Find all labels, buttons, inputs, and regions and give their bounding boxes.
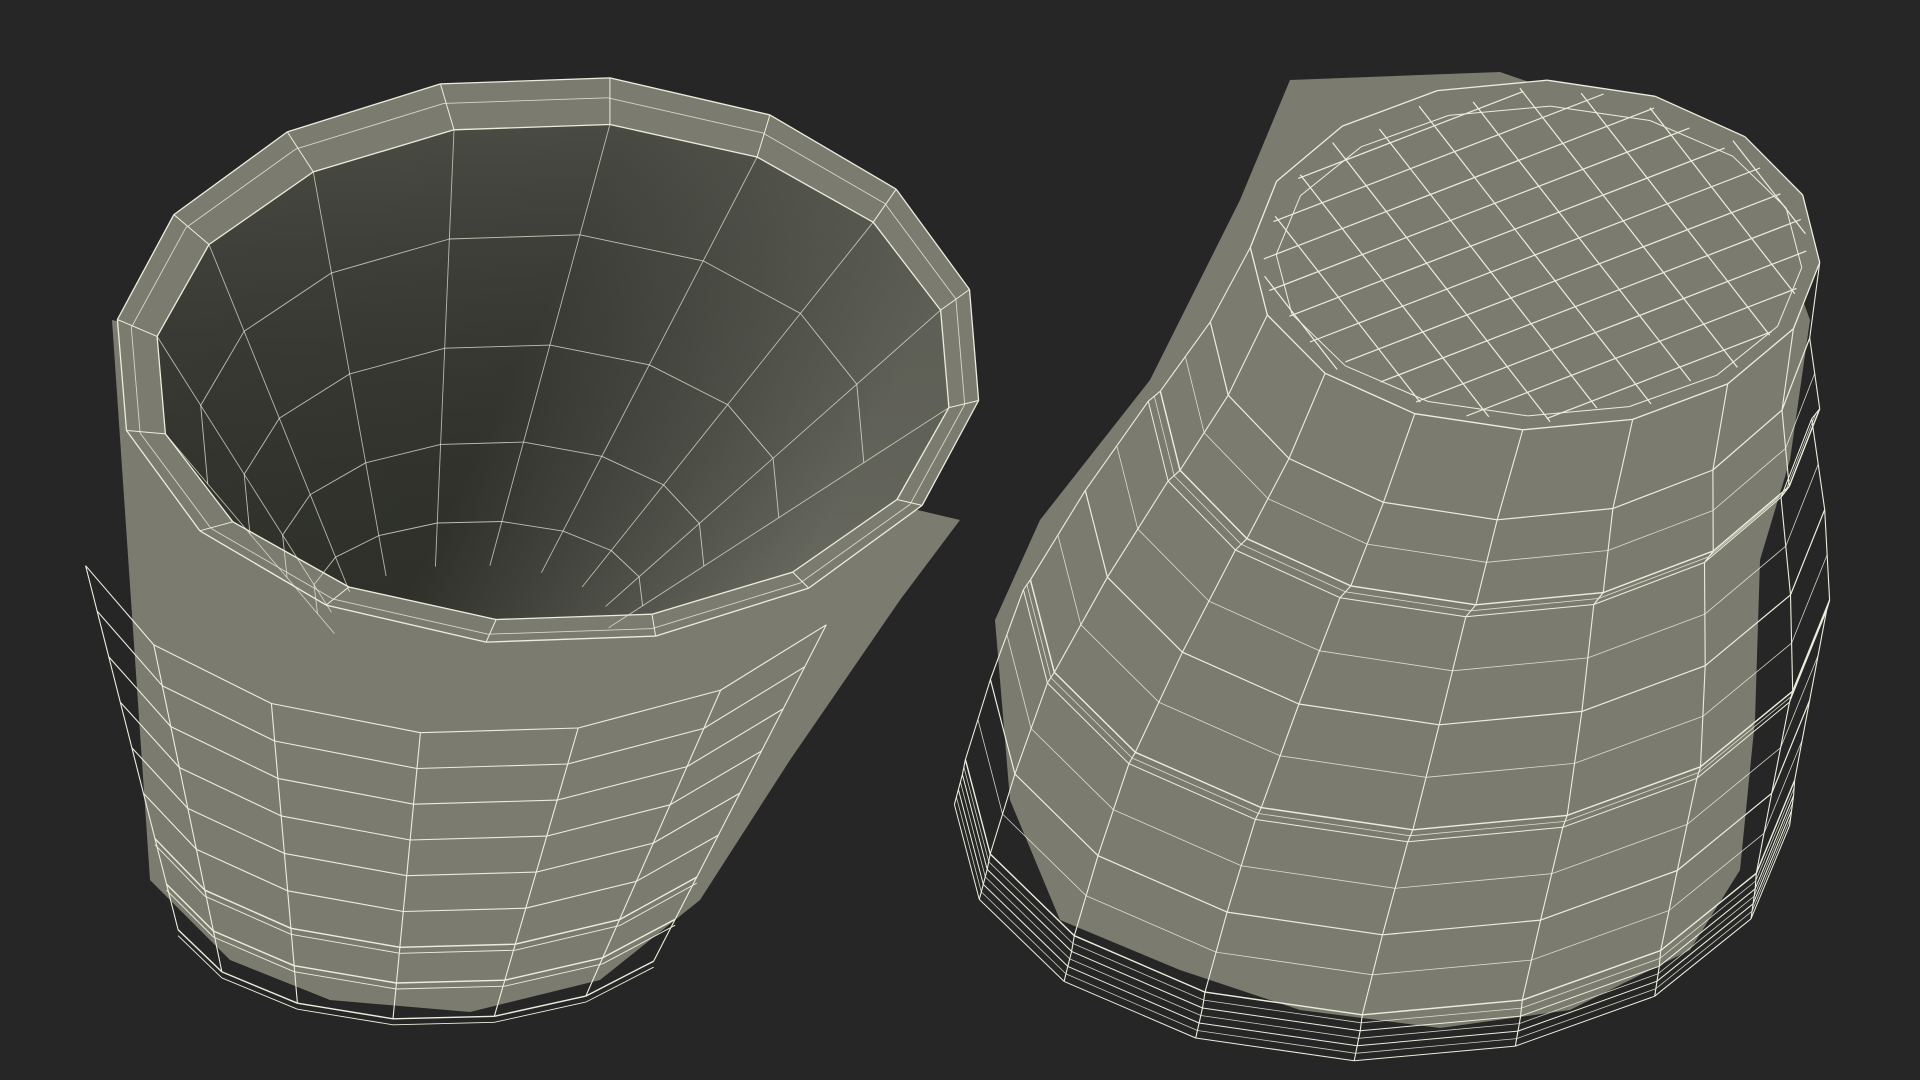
render-viewport (0, 0, 1920, 1080)
cup-bottom-wireframe (953, 72, 1831, 1062)
cup-open-top-wireframe (85, 77, 980, 1026)
wireframe-scene (85, 72, 1831, 1062)
